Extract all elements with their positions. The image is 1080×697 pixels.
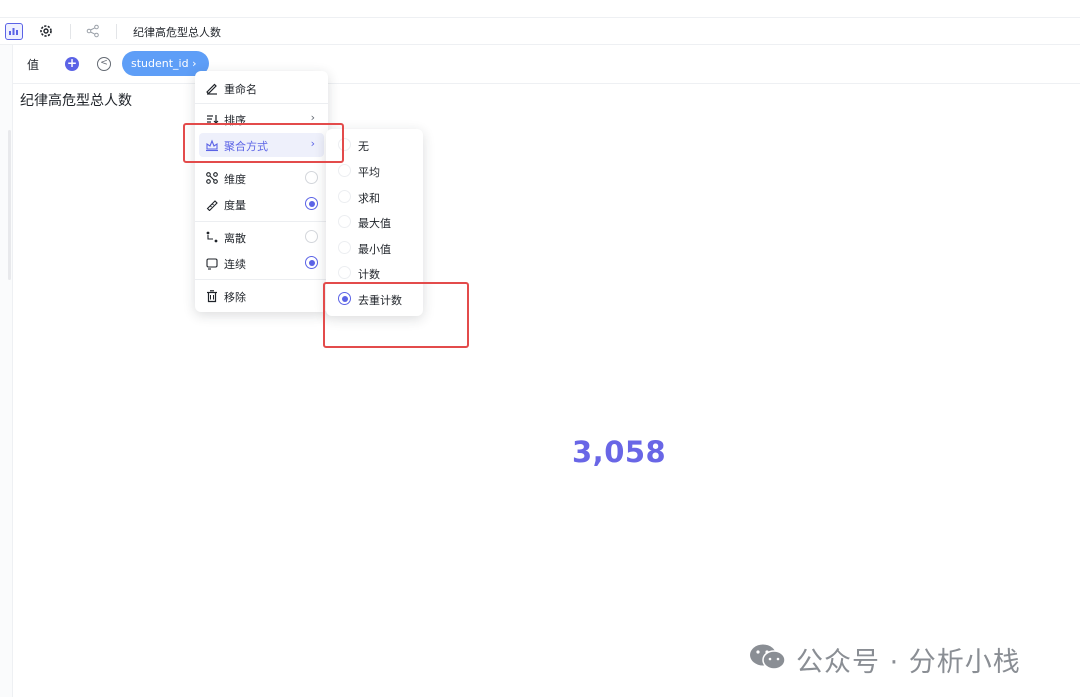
toolbar-title[interactable]: 纪律高危型总人数 [133,24,221,40]
toolbar-divider [116,24,117,39]
chart-title: 纪律高危型总人数 [20,93,132,109]
menu-divider [195,221,328,222]
menu-item-label: 度量 [224,199,246,212]
aggregation-option-max[interactable]: 最大值 [330,210,419,234]
option-radio-selected[interactable] [338,292,351,305]
menu-item-label: 聚合方式 [224,140,268,153]
menu-item-label: 移除 [224,291,246,304]
aggregation-option-count[interactable]: 计数 [330,261,419,285]
aggregation-submenu: 无 平均 求和 最大值 最小值 计数 去重计数 [326,129,423,316]
menu-item-label: 重命名 [224,83,257,96]
ruler-icon [206,200,218,211]
top-strip [0,0,1080,18]
field-context-menu: 重命名 排序 › 聚合方式 › 维度 度量 离散 连续 移除 [195,71,328,312]
option-radio[interactable] [338,138,351,151]
menu-divider [195,103,328,104]
option-label: 计数 [358,268,380,281]
menu-item-label: 排序 [224,114,246,127]
option-radio[interactable] [338,190,351,203]
chart-type-icon[interactable] [5,23,23,40]
option-radio[interactable] [338,241,351,254]
share-icon[interactable] [86,24,100,38]
option-label: 最小值 [358,243,391,256]
option-radio[interactable] [338,164,351,177]
menu-item-label: 连续 [224,258,246,271]
value-field-row: 值 + < student_id › [13,45,1080,84]
option-radio[interactable] [338,266,351,279]
menu-item-remove[interactable]: 移除 [199,284,324,308]
trash-icon [207,290,217,303]
option-label: 求和 [358,192,380,205]
menu-item-rename[interactable]: 重命名 [199,76,324,100]
chevron-right-icon: › [310,111,315,124]
measure-radio[interactable] [305,197,318,210]
continuous-radio[interactable] [305,256,318,269]
menu-item-discrete[interactable]: 离散 [199,225,324,249]
menu-divider [195,161,328,162]
sort-icon [207,115,219,124]
continuous-icon [206,258,218,270]
pencil-icon [206,83,217,95]
menu-item-label: 离散 [224,232,246,245]
collapse-icon[interactable]: < [97,57,111,71]
option-label: 无 [358,140,369,153]
settings-icon[interactable] [38,23,54,39]
aggregation-option-sum[interactable]: 求和 [330,185,419,209]
scrollbar-thumb[interactable] [8,130,11,280]
chevron-right-icon: › [310,137,315,150]
option-label: 去重计数 [358,294,402,307]
watermark-text: 公众号 · 分析小栈 [796,647,1021,678]
dimension-icon [206,172,218,184]
wechat-icon [750,644,786,670]
menu-item-aggregation[interactable]: 聚合方式 › [199,133,324,157]
option-label: 平均 [358,166,380,179]
option-radio[interactable] [338,215,351,228]
kpi-value: 3,058 [572,435,667,469]
toolbar: 纪律高危型总人数 [0,18,1080,45]
menu-item-dimension[interactable]: 维度 [199,166,324,190]
left-sidebar [0,45,13,697]
menu-item-measure[interactable]: 度量 [199,192,324,216]
menu-item-sort[interactable]: 排序 › [199,107,324,131]
discrete-radio[interactable] [305,230,318,243]
option-label: 最大值 [358,217,391,230]
menu-item-continuous[interactable]: 连续 [199,251,324,275]
menu-divider [195,279,328,280]
aggregation-option-distinct-count[interactable]: 去重计数 [330,287,419,311]
aggregation-option-average[interactable]: 平均 [330,159,419,183]
value-shelf-label: 值 [27,58,40,72]
aggregation-option-none[interactable]: 无 [330,133,419,157]
aggregate-icon [206,139,218,152]
discrete-icon [206,231,218,243]
aggregation-option-min[interactable]: 最小值 [330,236,419,260]
dimension-radio[interactable] [305,171,318,184]
toolbar-divider [70,24,71,39]
menu-item-label: 维度 [224,173,246,186]
add-field-icon[interactable]: + [65,57,79,71]
